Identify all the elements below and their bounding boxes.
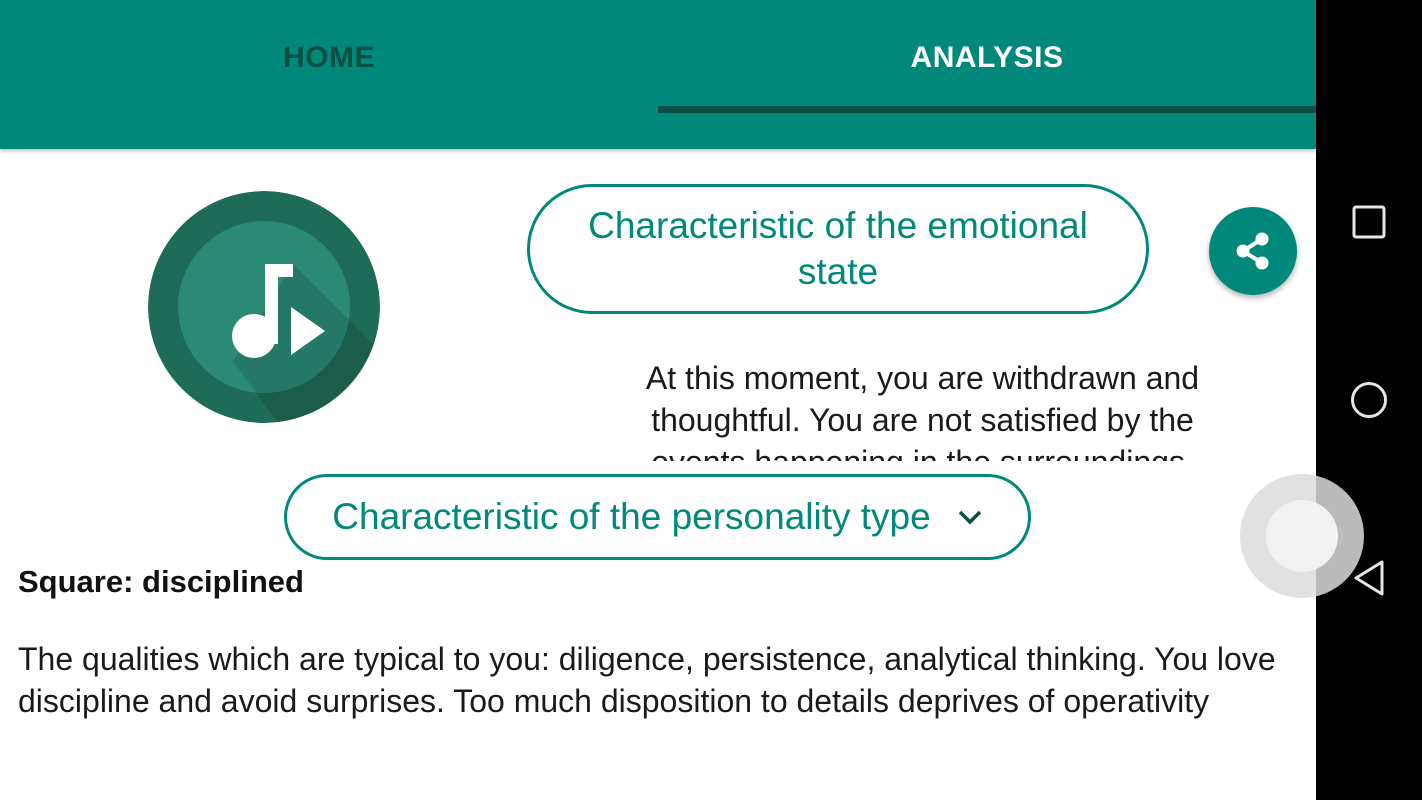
circle-icon xyxy=(1351,382,1387,418)
music-play-icon xyxy=(148,191,380,423)
tab-analysis[interactable]: ANALYSIS xyxy=(658,0,1316,115)
active-tab-indicator xyxy=(658,106,1316,113)
emotional-state-button[interactable]: Characteristic of the emotional state xyxy=(527,184,1149,314)
personality-type-dropdown[interactable]: Characteristic of the personality type xyxy=(284,474,1031,560)
system-navigation-bar xyxy=(1316,0,1422,800)
home-button[interactable] xyxy=(1343,374,1395,426)
recent-apps-button[interactable] xyxy=(1343,196,1395,248)
personality-type-dropdown-label: Characteristic of the personality type xyxy=(332,496,931,537)
floating-assistive-button-inner xyxy=(1266,500,1338,572)
tab-home[interactable]: HOME xyxy=(0,0,658,115)
app-screen: HOME ANALYSIS Characteristic of the emot… xyxy=(0,0,1316,800)
personality-type-title: Square: disciplined xyxy=(18,564,304,599)
share-icon xyxy=(1236,232,1269,270)
emotional-state-button-label: Characteristic of the emotional state xyxy=(588,205,1088,292)
emotional-state-text: At this moment, you are withdrawn and th… xyxy=(645,360,1200,461)
floating-assistive-button[interactable] xyxy=(1240,474,1364,598)
personality-type-description: The qualities which are typical to you: … xyxy=(18,641,1276,719)
tab-bar: HOME ANALYSIS xyxy=(0,0,1316,149)
share-button[interactable] xyxy=(1209,207,1297,295)
chevron-down-icon xyxy=(958,510,981,525)
square-icon xyxy=(1352,205,1386,239)
